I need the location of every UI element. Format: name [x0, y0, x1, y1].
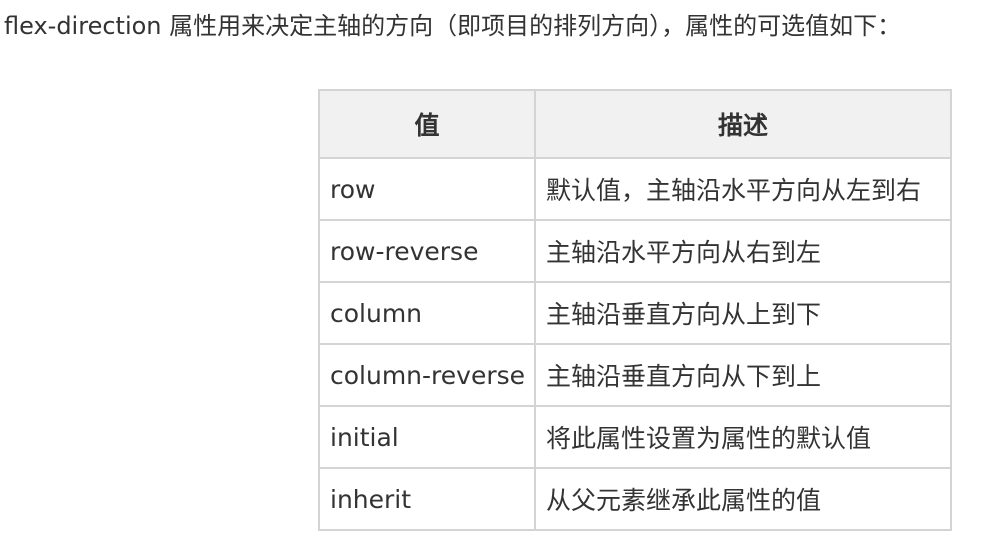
- flex-direction-values-table: 值 描述 row 默认值，主轴沿水平方向从左到右 row-reverse 主轴沿…: [318, 89, 952, 531]
- cell-value: column-reverse: [318, 343, 536, 407]
- header-description: 描述: [534, 89, 952, 159]
- table-row: row-reverse 主轴沿水平方向从右到左: [318, 219, 952, 283]
- cell-description: 默认值，主轴沿水平方向从左到右: [534, 157, 952, 221]
- cell-description: 主轴沿垂直方向从下到上: [534, 343, 952, 407]
- cell-value: column: [318, 281, 536, 345]
- cell-description: 从父元素继承此属性的值: [534, 467, 952, 531]
- cell-description: 主轴沿垂直方向从上到下: [534, 281, 952, 345]
- table-row: column 主轴沿垂直方向从上到下: [318, 281, 952, 345]
- intro-paragraph: flex-direction 属性用来决定主轴的方向（即项目的排列方向），属性的…: [4, 12, 902, 40]
- header-value: 值: [318, 89, 536, 159]
- cell-value: row-reverse: [318, 219, 536, 283]
- table-row: initial 将此属性设置为属性的默认值: [318, 405, 952, 469]
- cell-value: row: [318, 157, 536, 221]
- cell-description: 主轴沿水平方向从右到左: [534, 219, 952, 283]
- table-row: row 默认值，主轴沿水平方向从左到右: [318, 157, 952, 221]
- cell-value: inherit: [318, 467, 536, 531]
- cell-value: initial: [318, 405, 536, 469]
- table-header-row: 值 描述: [318, 89, 952, 159]
- cell-description: 将此属性设置为属性的默认值: [534, 405, 952, 469]
- table-row: column-reverse 主轴沿垂直方向从下到上: [318, 343, 952, 407]
- table-row: inherit 从父元素继承此属性的值: [318, 467, 952, 531]
